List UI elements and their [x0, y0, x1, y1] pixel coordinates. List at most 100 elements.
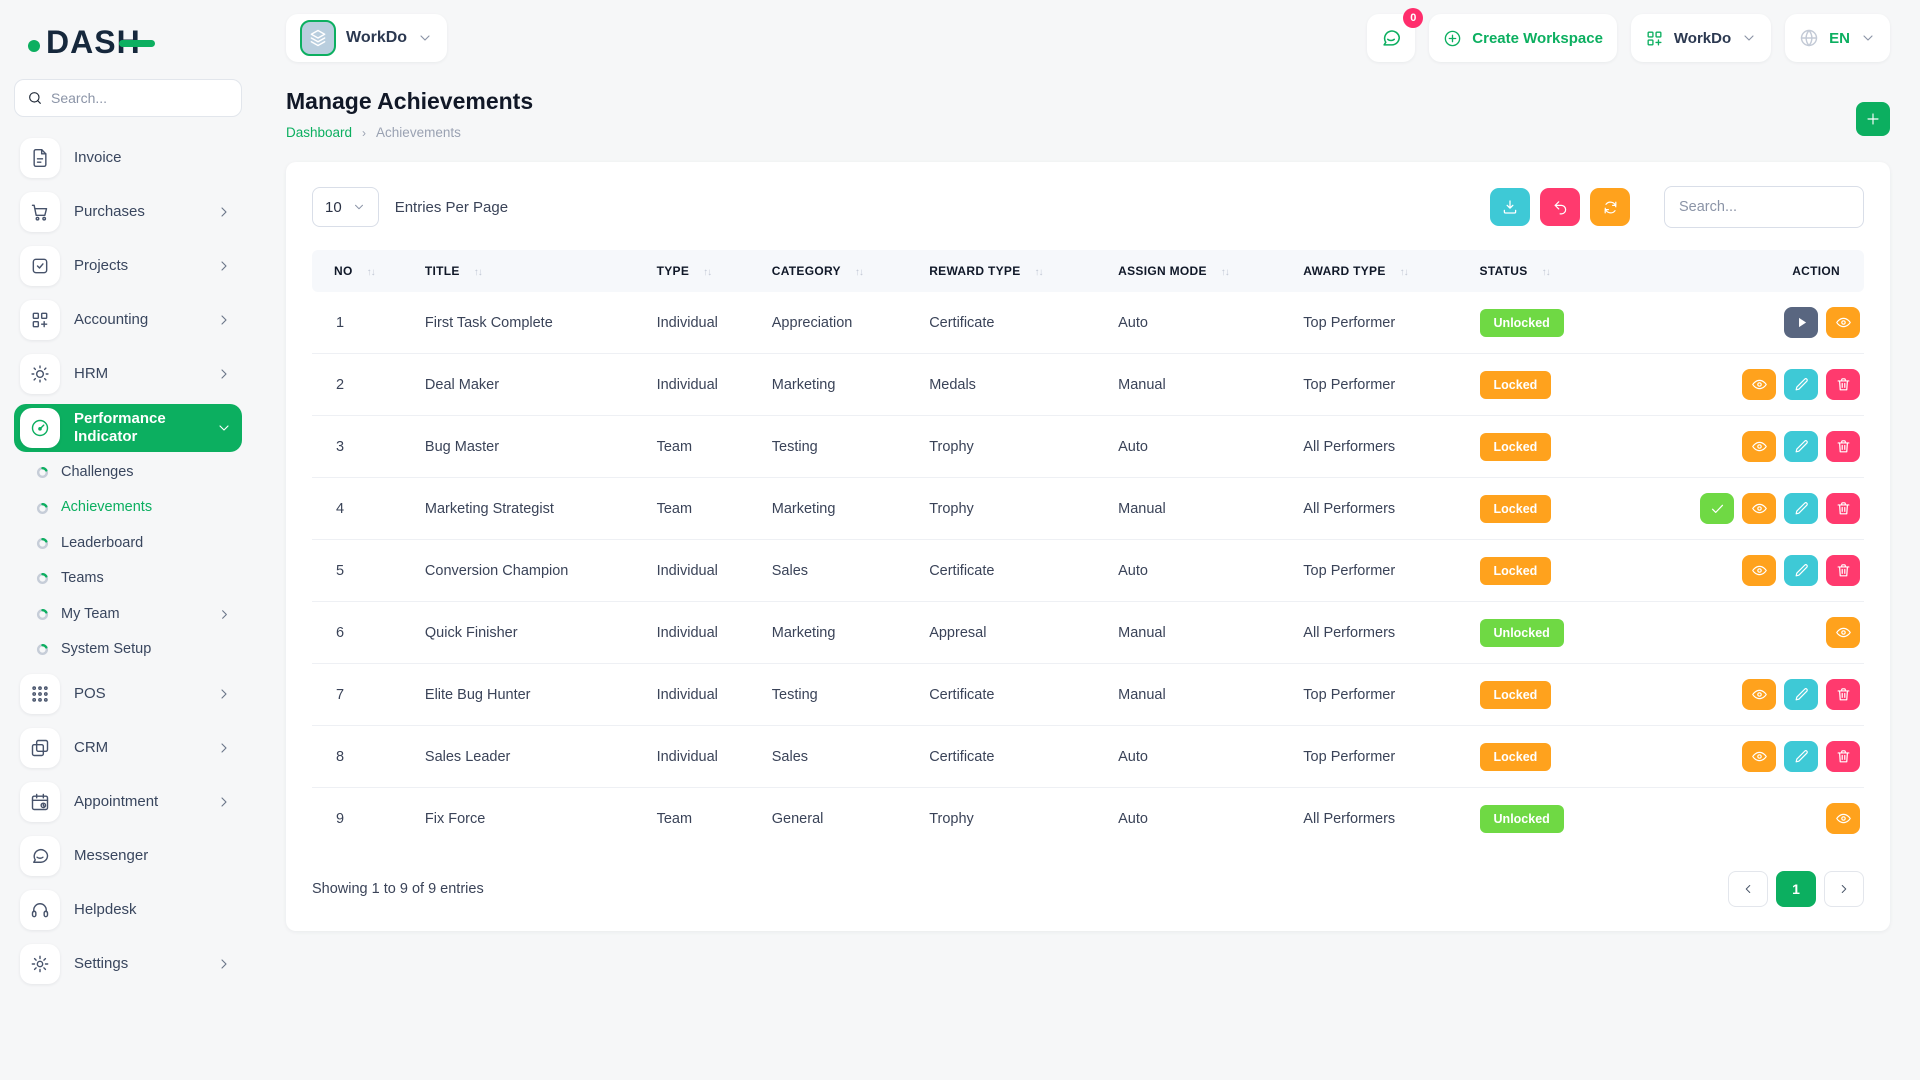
- row-no: 4: [312, 478, 415, 540]
- edit-action-button[interactable]: [1784, 679, 1818, 710]
- sidebar-subitem-challenges[interactable]: Challenges: [14, 455, 242, 490]
- delete-action-button[interactable]: [1826, 369, 1860, 400]
- delete-action-button[interactable]: [1826, 431, 1860, 462]
- view-action-button[interactable]: [1826, 617, 1860, 648]
- workspace-name: WorkDo: [346, 29, 407, 47]
- column-header-reward-type[interactable]: REWARD TYPE↑↓: [919, 250, 1108, 292]
- page-1-button[interactable]: 1: [1776, 871, 1816, 907]
- eye-icon: [1751, 500, 1768, 517]
- row-title: Bug Master: [415, 416, 647, 478]
- column-header-award-type[interactable]: AWARD TYPE↑↓: [1293, 250, 1469, 292]
- delete-action-button[interactable]: [1826, 555, 1860, 586]
- sidebar-item-messenger[interactable]: Messenger: [14, 832, 242, 880]
- approve-action-button[interactable]: [1700, 493, 1734, 524]
- brand-logo[interactable]: DASH: [14, 14, 242, 79]
- sidebar-item-settings[interactable]: Settings: [14, 940, 242, 988]
- sidebar-item-hrm[interactable]: HRM: [14, 350, 242, 398]
- view-action-button[interactable]: [1742, 369, 1776, 400]
- sidebar-item-label: Purchases: [74, 203, 145, 221]
- sidebar-subitem-leaderboard[interactable]: Leaderboard: [14, 526, 242, 561]
- sidebar-item-label: Settings: [74, 955, 128, 973]
- view-action-button[interactable]: [1742, 555, 1776, 586]
- language-dropdown[interactable]: EN: [1785, 14, 1890, 62]
- sidebar-item-accounting[interactable]: Accounting: [14, 296, 242, 344]
- refresh-button[interactable]: [1590, 188, 1630, 226]
- column-header-type[interactable]: TYPE↑↓: [647, 250, 762, 292]
- sidebar-item-invoice[interactable]: Invoice: [14, 134, 242, 182]
- column-header-title[interactable]: TITLE↑↓: [415, 250, 647, 292]
- workdo-dropdown[interactable]: WorkDo: [1631, 14, 1771, 62]
- logo-text: DASH: [46, 24, 141, 61]
- row-award-type: All Performers: [1293, 416, 1469, 478]
- plus-icon: [1865, 111, 1881, 127]
- column-header-no[interactable]: NO↑↓: [312, 250, 415, 292]
- column-header-assign-mode[interactable]: ASSIGN MODE↑↓: [1108, 250, 1293, 292]
- sidebar-subitem-teams[interactable]: Teams: [14, 561, 242, 596]
- column-header-category[interactable]: CATEGORY↑↓: [762, 250, 919, 292]
- sidebar-subitem-my-team[interactable]: My Team: [14, 597, 242, 632]
- breadcrumb-dashboard-link[interactable]: Dashboard: [286, 125, 352, 140]
- messages-button[interactable]: 0: [1367, 14, 1415, 62]
- delete-action-button[interactable]: [1826, 741, 1860, 772]
- create-workspace-button[interactable]: Create Workspace: [1429, 14, 1617, 62]
- edit-action-button[interactable]: [1784, 431, 1818, 462]
- edit-action-button[interactable]: [1784, 555, 1818, 586]
- sidebar-item-appointment[interactable]: Appointment: [14, 778, 242, 826]
- view-action-button[interactable]: [1742, 493, 1776, 524]
- sidebar-search[interactable]: [14, 79, 242, 117]
- page-title: Manage Achievements: [286, 88, 533, 115]
- reset-button[interactable]: [1540, 188, 1580, 226]
- sidebar-search-input[interactable]: [51, 90, 229, 106]
- status-badge: Locked: [1480, 495, 1552, 523]
- download-icon: [1501, 198, 1519, 216]
- sidebar-item-label: Messenger: [74, 847, 148, 865]
- next-page-button[interactable]: [1824, 871, 1864, 907]
- view-action-button[interactable]: [1742, 431, 1776, 462]
- edit-action-button[interactable]: [1784, 741, 1818, 772]
- view-action-button[interactable]: [1742, 741, 1776, 772]
- play-action-button[interactable]: [1784, 307, 1818, 338]
- chevron-right-icon: [216, 956, 232, 972]
- chevron-down-icon: [352, 200, 366, 214]
- edit-action-button[interactable]: [1784, 493, 1818, 524]
- export-button[interactable]: [1490, 188, 1530, 226]
- entries-select[interactable]: 10: [312, 187, 379, 227]
- toolbar-actions: [1490, 186, 1864, 228]
- workspace-switcher[interactable]: WorkDo: [286, 14, 447, 62]
- sidebar-item-pos[interactable]: POS: [14, 670, 242, 718]
- sort-icon: ↑↓: [367, 267, 375, 278]
- view-action-button[interactable]: [1826, 307, 1860, 338]
- row-no: 1: [312, 292, 415, 354]
- sidebar-item-helpdesk[interactable]: Helpdesk: [14, 886, 242, 934]
- row-title: Deal Maker: [415, 354, 647, 416]
- prev-page-button[interactable]: [1728, 871, 1768, 907]
- pencil-icon: [1793, 686, 1810, 703]
- delete-action-button[interactable]: [1826, 679, 1860, 710]
- table-search-input[interactable]: [1664, 186, 1864, 228]
- row-assign-mode: Manual: [1108, 664, 1293, 726]
- file-icon: [20, 138, 60, 178]
- column-header-status[interactable]: STATUS↑↓: [1470, 250, 1618, 292]
- add-achievement-button[interactable]: [1856, 102, 1890, 136]
- cart-icon: [20, 192, 60, 232]
- pencil-icon: [1793, 376, 1810, 393]
- sort-icon: ↑↓: [703, 267, 711, 278]
- entries-per-page: 10 Entries Per Page: [312, 187, 508, 227]
- delete-action-button[interactable]: [1826, 493, 1860, 524]
- view-action-button[interactable]: [1826, 803, 1860, 834]
- sidebar-item-purchases[interactable]: Purchases: [14, 188, 242, 236]
- create-workspace-label: Create Workspace: [1472, 30, 1603, 47]
- row-actions: [1617, 664, 1864, 726]
- achievements-table: NO↑↓TITLE↑↓TYPE↑↓CATEGORY↑↓REWARD TYPE↑↓…: [312, 250, 1864, 849]
- sidebar-subitem-system-setup[interactable]: System Setup: [14, 632, 242, 667]
- sidebar-subitem-achievements[interactable]: Achievements: [14, 490, 242, 525]
- sidebar-item-crm[interactable]: CRM: [14, 724, 242, 772]
- sidebar-item-projects[interactable]: Projects: [14, 242, 242, 290]
- row-type: Individual: [647, 354, 762, 416]
- sidebar-item-performance-indicator[interactable]: Performance Indicator: [14, 404, 242, 452]
- edit-action-button[interactable]: [1784, 369, 1818, 400]
- status-badge: Locked: [1480, 681, 1552, 709]
- row-award-type: All Performers: [1293, 478, 1469, 540]
- view-action-button[interactable]: [1742, 679, 1776, 710]
- row-assign-mode: Auto: [1108, 416, 1293, 478]
